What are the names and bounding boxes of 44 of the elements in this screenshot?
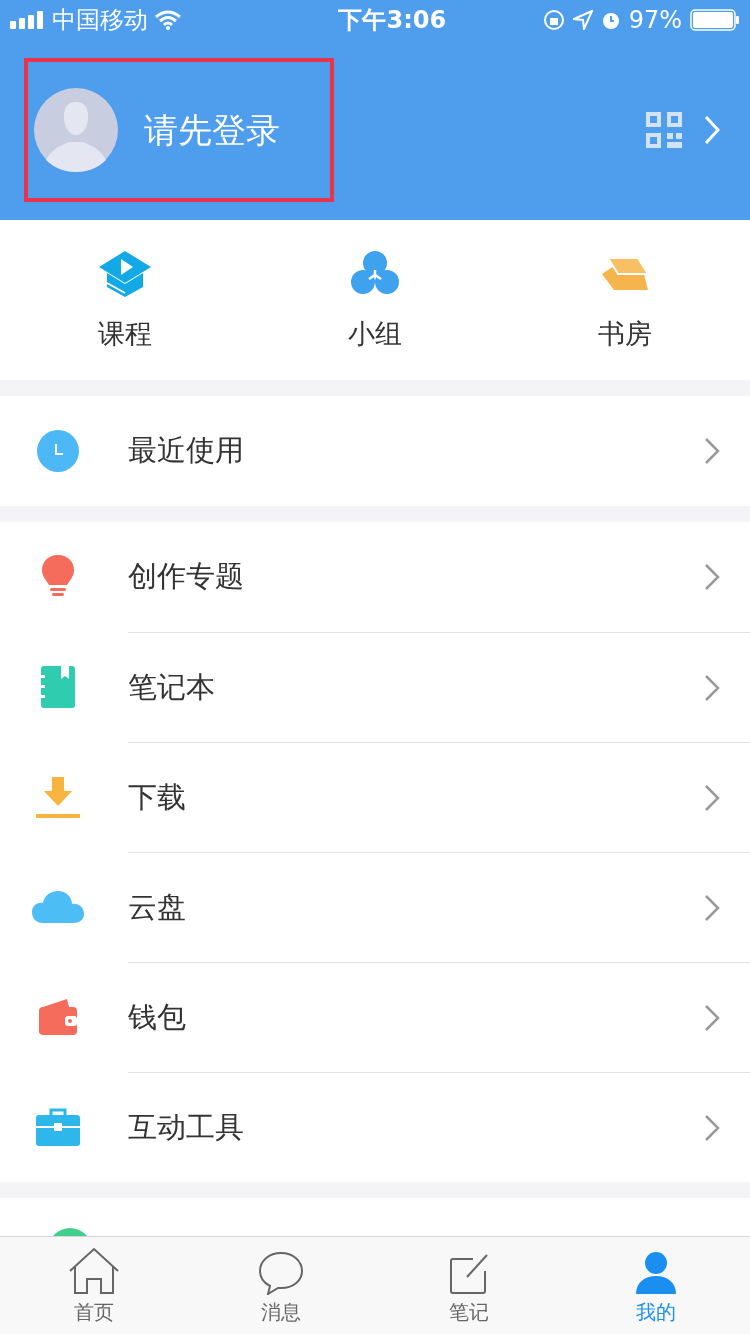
menu-item[interactable]: 最近使用	[128, 429, 244, 473]
location-arrow-icon	[572, 10, 593, 30]
carrier-name: 中国移动	[52, 5, 148, 36]
menu-item[interactable]: 云盘	[128, 885, 186, 930]
cloud-icon	[31, 890, 85, 924]
clock-time: 下午3:06	[338, 5, 447, 36]
battery-percent: 97%	[628, 5, 682, 36]
qr-code-icon[interactable]	[646, 112, 682, 148]
download-icon	[35, 775, 81, 819]
notebook-icon	[39, 665, 77, 709]
avatar-icon	[34, 88, 118, 172]
menu-item[interactable]: 互动工具	[128, 1105, 244, 1150]
battery-icon	[690, 9, 740, 31]
wifi-icon	[154, 10, 182, 30]
tab-bar-item[interactable]: 首页	[0, 1237, 188, 1334]
menu-item[interactable]: 钱包	[128, 995, 186, 1040]
chevron-right-icon	[704, 437, 720, 465]
clock-icon	[37, 430, 79, 472]
menu-item[interactable]: 下载	[128, 775, 186, 820]
chevron-right-icon	[704, 673, 720, 702]
signal-icon	[10, 11, 46, 29]
edit-note-icon	[448, 1252, 489, 1295]
toolbox-icon	[35, 1107, 81, 1147]
speech-bubble-icon	[258, 1250, 305, 1295]
menu-item[interactable]: 笔记本	[128, 665, 215, 710]
menu-item[interactable]: 创作专题	[128, 555, 244, 599]
chevron-right-icon	[704, 1113, 720, 1142]
chevron-right-icon	[704, 893, 720, 922]
chevron-right-icon	[704, 563, 720, 591]
shortcut-button[interactable]: 小组	[250, 220, 500, 380]
alarm-icon	[600, 10, 621, 30]
graduation-cap-icon	[97, 248, 153, 299]
person-icon	[635, 1250, 678, 1295]
tab-bar-item[interactable]: 消息	[187, 1237, 375, 1334]
chevron-right-icon	[704, 1003, 720, 1032]
chevron-right-icon[interactable]	[704, 115, 720, 145]
chevron-right-icon	[704, 783, 720, 812]
home-icon	[67, 1246, 120, 1295]
login-prompt: 请先登录	[144, 108, 280, 152]
shortcut-button[interactable]: 书房	[500, 220, 750, 380]
wallet-icon	[37, 997, 79, 1037]
tab-bar-item[interactable]: 笔记	[375, 1237, 563, 1334]
rotation-lock-icon	[542, 9, 565, 31]
shortcut-button[interactable]: 课程	[0, 220, 250, 380]
